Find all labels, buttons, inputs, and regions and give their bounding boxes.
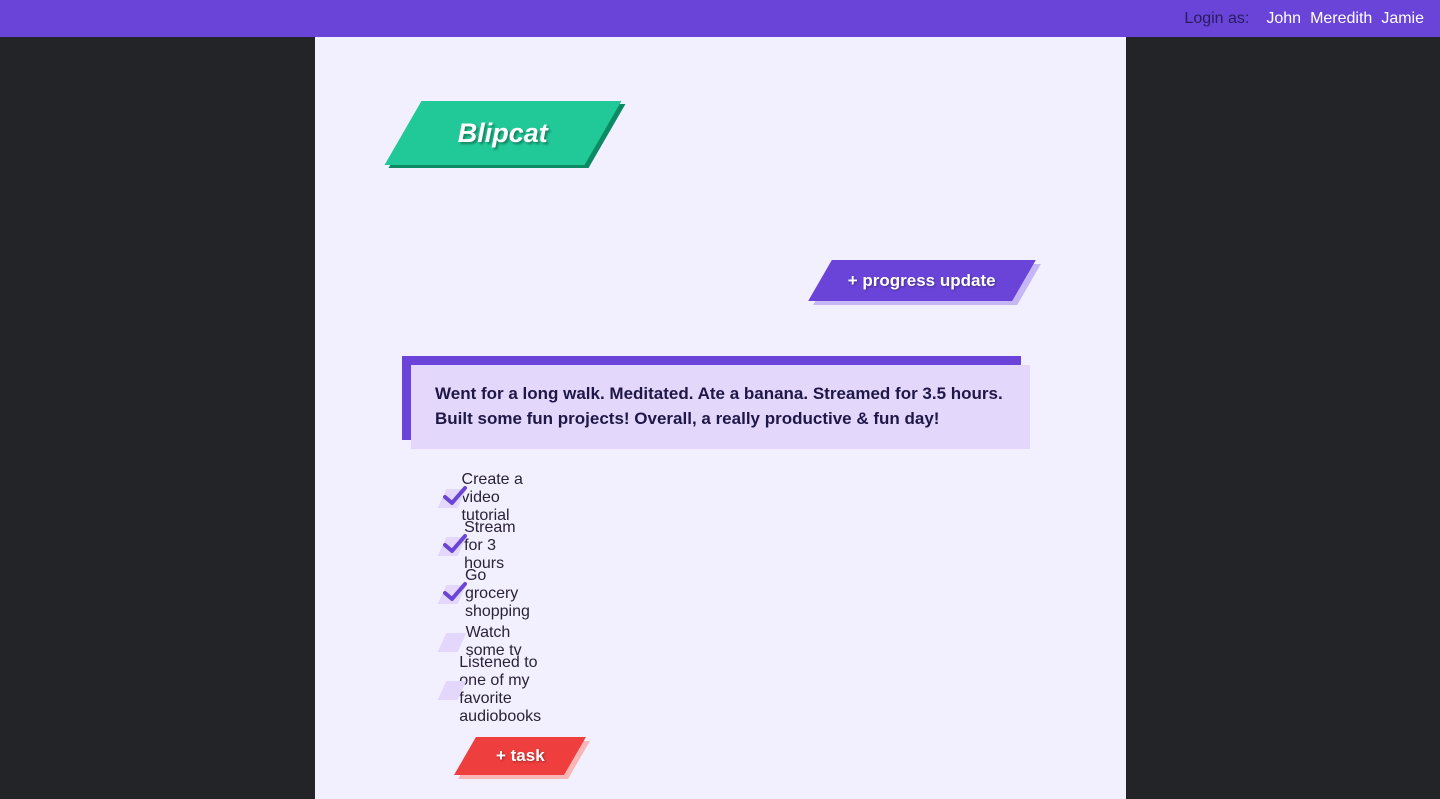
login-label: Login as: [1184,9,1250,27]
task-label: Go grocery shopping [464,567,530,620]
main-panel: Blipcat + progress update Went for a lon… [315,37,1126,799]
task-checkbox[interactable] [437,630,467,654]
checkmark-icon [443,582,467,601]
checkmark-icon [443,534,467,553]
task-item[interactable]: Create a video tutorial [437,471,527,524]
task-label: Create a video tutorial [461,471,523,524]
task-label: Stream for 3 hours [464,519,516,572]
progress-update-button[interactable]: + progress update [808,260,1036,301]
login-user-jamie[interactable]: Jamie [1381,10,1424,28]
progress-update-button-wrap: + progress update [808,260,1041,306]
add-task-button-wrap: + task [454,737,590,779]
checkmark-icon [443,486,467,505]
task-checkbox[interactable] [437,534,467,558]
progress-update-button-label: + progress update [848,270,996,290]
task-item[interactable]: Listened to one of my favorite audiobook… [437,654,561,725]
login-user-meredith[interactable]: Meredith [1310,10,1372,28]
task-item[interactable]: Stream for 3 hours [437,519,531,572]
task-item[interactable]: Watch some tv [437,624,524,659]
add-task-button[interactable]: + task [454,737,586,775]
task-item[interactable]: Go grocery shopping [437,567,544,620]
logo-text: Blipcat [457,117,549,148]
task-checkbox[interactable] [437,678,467,702]
top-bar: Login as: John Meredith Jamie [0,0,1440,37]
add-task-button-label: + task [495,746,545,765]
task-checkbox[interactable] [437,486,467,510]
login-user-john[interactable]: John [1266,10,1301,28]
logo-banner: Blipcat [384,101,622,165]
progress-note-text: Went for a long walk. Meditated. Ate a b… [435,384,1003,428]
progress-note: Went for a long walk. Meditated. Ate a b… [411,365,1030,449]
checkbox-box [437,633,467,652]
logo: Blipcat [384,101,626,168]
task-checkbox[interactable] [437,582,467,606]
task-label: Listened to one of my favorite audiobook… [459,654,542,725]
